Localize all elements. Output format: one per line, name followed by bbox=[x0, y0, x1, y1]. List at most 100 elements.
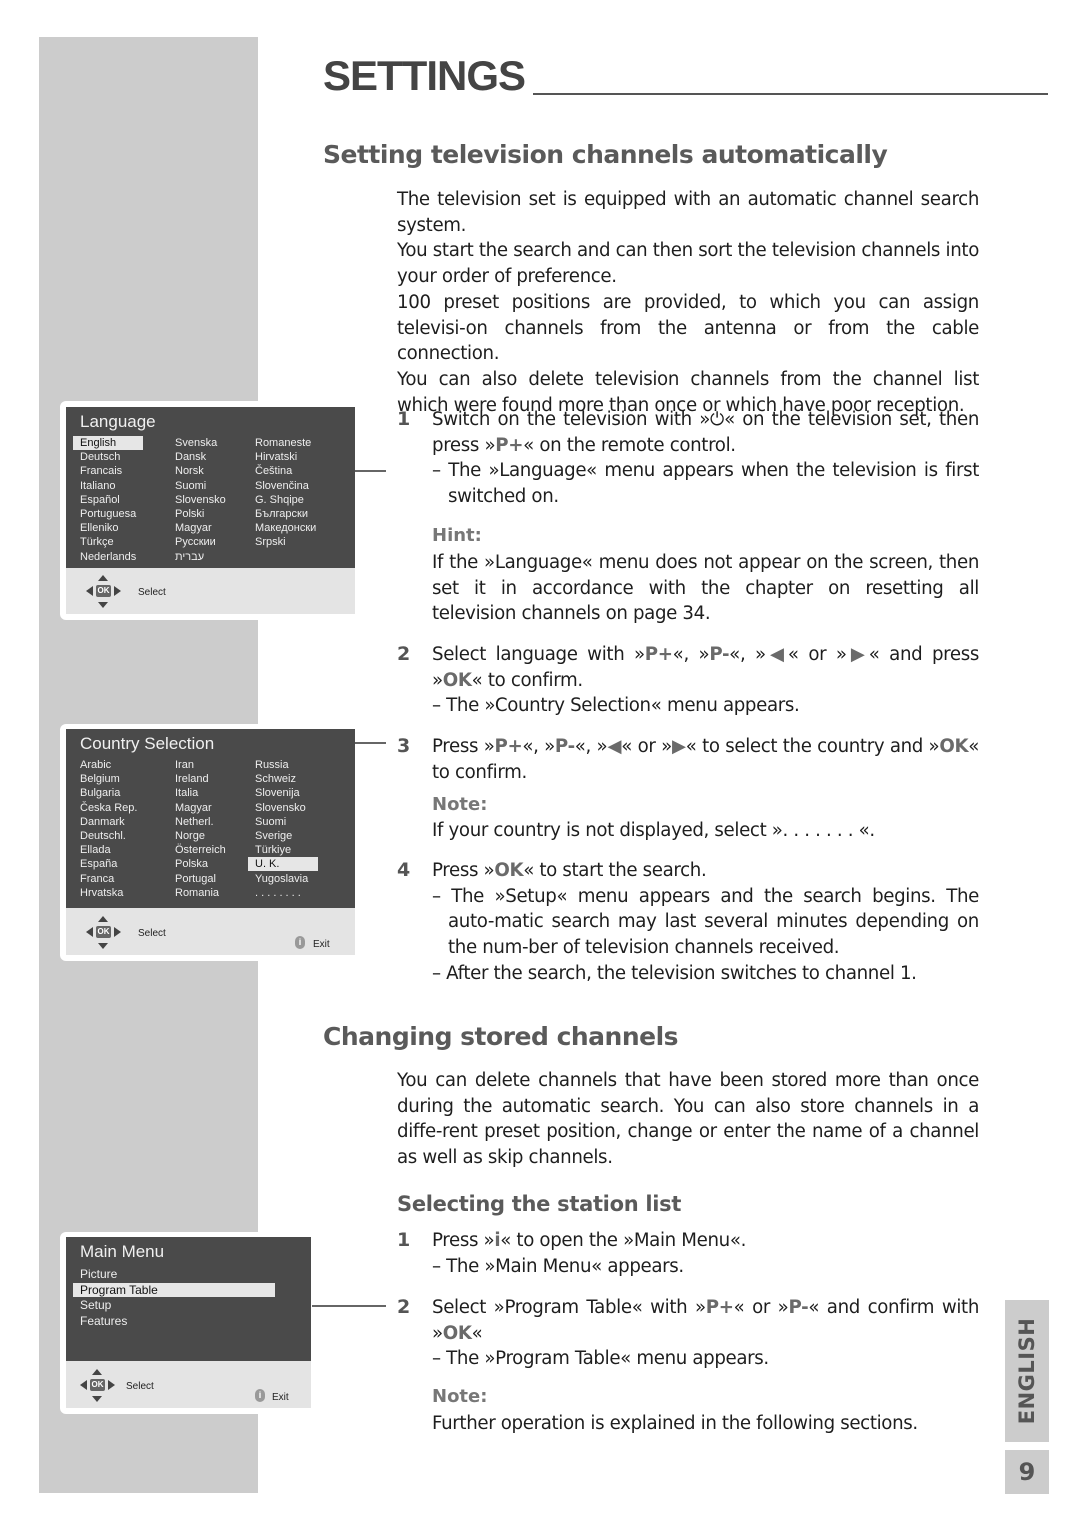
menu-option[interactable]: Italia bbox=[175, 786, 198, 800]
right-arrow-icon: ▶ bbox=[846, 644, 869, 665]
menu-option[interactable]: Iran bbox=[175, 758, 194, 772]
left-arrow-icon: ◀ bbox=[607, 736, 622, 757]
menu-option[interactable]: Netherl. bbox=[175, 815, 214, 829]
menu-option[interactable]: Slovensko bbox=[255, 801, 306, 815]
menu-option[interactable]: Bulgaria bbox=[80, 786, 120, 800]
language-tab: ENGLISH bbox=[1005, 1300, 1049, 1442]
menu-option[interactable]: Hrvatska bbox=[80, 886, 123, 900]
footer-select-label: Select bbox=[138, 587, 166, 598]
menu-option[interactable]: Srpski bbox=[255, 535, 286, 549]
menu-option[interactable]: Deutschl. bbox=[80, 829, 126, 843]
menu-option[interactable]: Norsk bbox=[175, 464, 204, 478]
menu-option[interactable]: Suomi bbox=[175, 479, 206, 493]
menu-option[interactable]: Slovenija bbox=[255, 786, 300, 800]
section2-intro: You can delete channels that have been s… bbox=[397, 1070, 979, 1169]
menu-option[interactable]: Romania bbox=[175, 886, 219, 900]
step-text: Switch on the television with »⏻« on the… bbox=[432, 407, 979, 510]
menu-option[interactable]: Türkçe bbox=[80, 535, 114, 549]
menu-option[interactable]: Magyar bbox=[175, 801, 212, 815]
left-arrow-icon: ◀ bbox=[765, 644, 788, 665]
menu-option[interactable]: Sverige bbox=[255, 829, 292, 843]
menu-option[interactable]: Italiano bbox=[80, 479, 115, 493]
key-p-plus: P+ bbox=[644, 644, 673, 665]
menu-option[interactable]: Čeština bbox=[255, 464, 292, 478]
intro-paragraph: The television set is equipped with an a… bbox=[397, 189, 979, 236]
menu-option[interactable]: English bbox=[73, 436, 143, 450]
menu-option[interactable]: Schweiz bbox=[255, 772, 296, 786]
menu-title: Country Selection bbox=[80, 734, 215, 753]
step-result: – After the search, the television switc… bbox=[432, 962, 917, 984]
key-p-minus: P- bbox=[554, 736, 575, 757]
menu-option[interactable]: Español bbox=[80, 493, 120, 507]
footer-select-label: Select bbox=[138, 928, 166, 939]
menu-option[interactable]: Suomi bbox=[255, 815, 286, 829]
menu-option[interactable]: Türkiye bbox=[255, 843, 291, 857]
menu-option[interactable]: Svenska bbox=[175, 436, 217, 450]
menu-option[interactable]: Slovensko bbox=[175, 493, 226, 507]
main-menu-item[interactable]: Features bbox=[80, 1314, 127, 1328]
menu-option[interactable]: Hirvatski bbox=[255, 450, 297, 464]
menu-option[interactable]: Portugal bbox=[175, 872, 216, 886]
footer-exit-label: Exit bbox=[313, 939, 330, 950]
intro-paragraph: 100 preset positions are provided, to wh… bbox=[397, 291, 979, 365]
menu-option[interactable]: Polski bbox=[175, 507, 204, 521]
main-menu-item[interactable]: Program Table bbox=[73, 1282, 275, 1297]
menu-option[interactable]: Belgium bbox=[80, 772, 120, 786]
menu-option[interactable]: Български bbox=[255, 507, 308, 521]
step-result: – The »Setup« menu appears and the searc… bbox=[432, 885, 979, 959]
menu-option[interactable]: Norge bbox=[175, 829, 205, 843]
key-p-plus: P+ bbox=[494, 736, 523, 757]
menu-option[interactable]: Nederlands bbox=[80, 550, 136, 564]
menu-option[interactable]: Francais bbox=[80, 464, 122, 478]
menu-option[interactable]: Deutsch bbox=[80, 450, 120, 464]
menu-option[interactable]: Österreich bbox=[175, 843, 226, 857]
main-menu-item[interactable]: Picture bbox=[80, 1267, 117, 1281]
menu-option[interactable]: Russia bbox=[255, 758, 289, 772]
language-tab-label: ENGLISH bbox=[1015, 1317, 1039, 1425]
menu-option[interactable]: G. Shqipe bbox=[255, 493, 304, 507]
ok-key-icon: OK bbox=[90, 1379, 105, 1391]
menu-option[interactable]: Romaneste bbox=[255, 436, 311, 450]
menu-option[interactable]: Ellada bbox=[80, 843, 111, 857]
menu-option[interactable]: Slovenčina bbox=[255, 479, 309, 493]
step-number: 4 bbox=[397, 859, 411, 881]
menu-option[interactable]: Arabic bbox=[80, 758, 111, 772]
menu-option[interactable]: Yugoslavia bbox=[255, 872, 308, 886]
menu-option[interactable]: U. K. bbox=[248, 857, 318, 872]
key-ok: OK bbox=[494, 860, 524, 881]
menu-option[interactable]: Česka Rep. bbox=[80, 801, 137, 815]
menu-option[interactable]: Danmark bbox=[80, 815, 125, 829]
intro-text: The television set is equipped with an a… bbox=[397, 187, 979, 418]
step-number: 1 bbox=[397, 408, 411, 430]
menu-option[interactable]: Ireland bbox=[175, 772, 209, 786]
section-heading-stored-channels: Changing stored channels bbox=[323, 1022, 679, 1051]
menu-option[interactable]: Русскии bbox=[175, 535, 216, 549]
section-heading-auto-channels: Setting television channels automaticall… bbox=[323, 140, 888, 169]
step-text: Press »i« to open the »Main Menu«. – The… bbox=[432, 1228, 979, 1279]
menu-option[interactable]: Magyar bbox=[175, 521, 212, 535]
menu-option[interactable]: Elleniko bbox=[80, 521, 119, 535]
intro-paragraph: You start the search and can then sort t… bbox=[397, 240, 979, 288]
menu-option[interactable]: Franca bbox=[80, 872, 114, 886]
step-number: 1 bbox=[397, 1229, 411, 1251]
power-icon: ⏻ bbox=[710, 409, 725, 430]
connector-line bbox=[355, 742, 386, 744]
note-label: Note: bbox=[432, 1386, 488, 1407]
step-result: – The »Language« menu appears when the t… bbox=[432, 460, 979, 508]
nav-pad-icon: OK bbox=[83, 916, 123, 950]
footer-select-label: Select bbox=[126, 1381, 154, 1392]
key-ok: OK bbox=[939, 736, 969, 757]
step-number: 3 bbox=[397, 735, 411, 757]
menu-option[interactable]: Portuguesa bbox=[80, 507, 136, 521]
main-menu-item[interactable]: Setup bbox=[80, 1298, 111, 1312]
info-icon: i bbox=[295, 936, 305, 949]
menu-option[interactable]: . . . . . . . . bbox=[255, 886, 301, 900]
menu-option[interactable]: Polska bbox=[175, 857, 208, 871]
menu-option[interactable]: Dansk bbox=[175, 450, 206, 464]
menu-option[interactable]: España bbox=[80, 857, 117, 871]
info-icon: i bbox=[255, 1389, 265, 1402]
menu-option[interactable]: Македонски bbox=[255, 521, 316, 535]
key-p-plus: P+ bbox=[705, 1297, 734, 1318]
menu-option[interactable]: עברית bbox=[175, 550, 204, 564]
key-p-minus: P- bbox=[788, 1297, 809, 1318]
